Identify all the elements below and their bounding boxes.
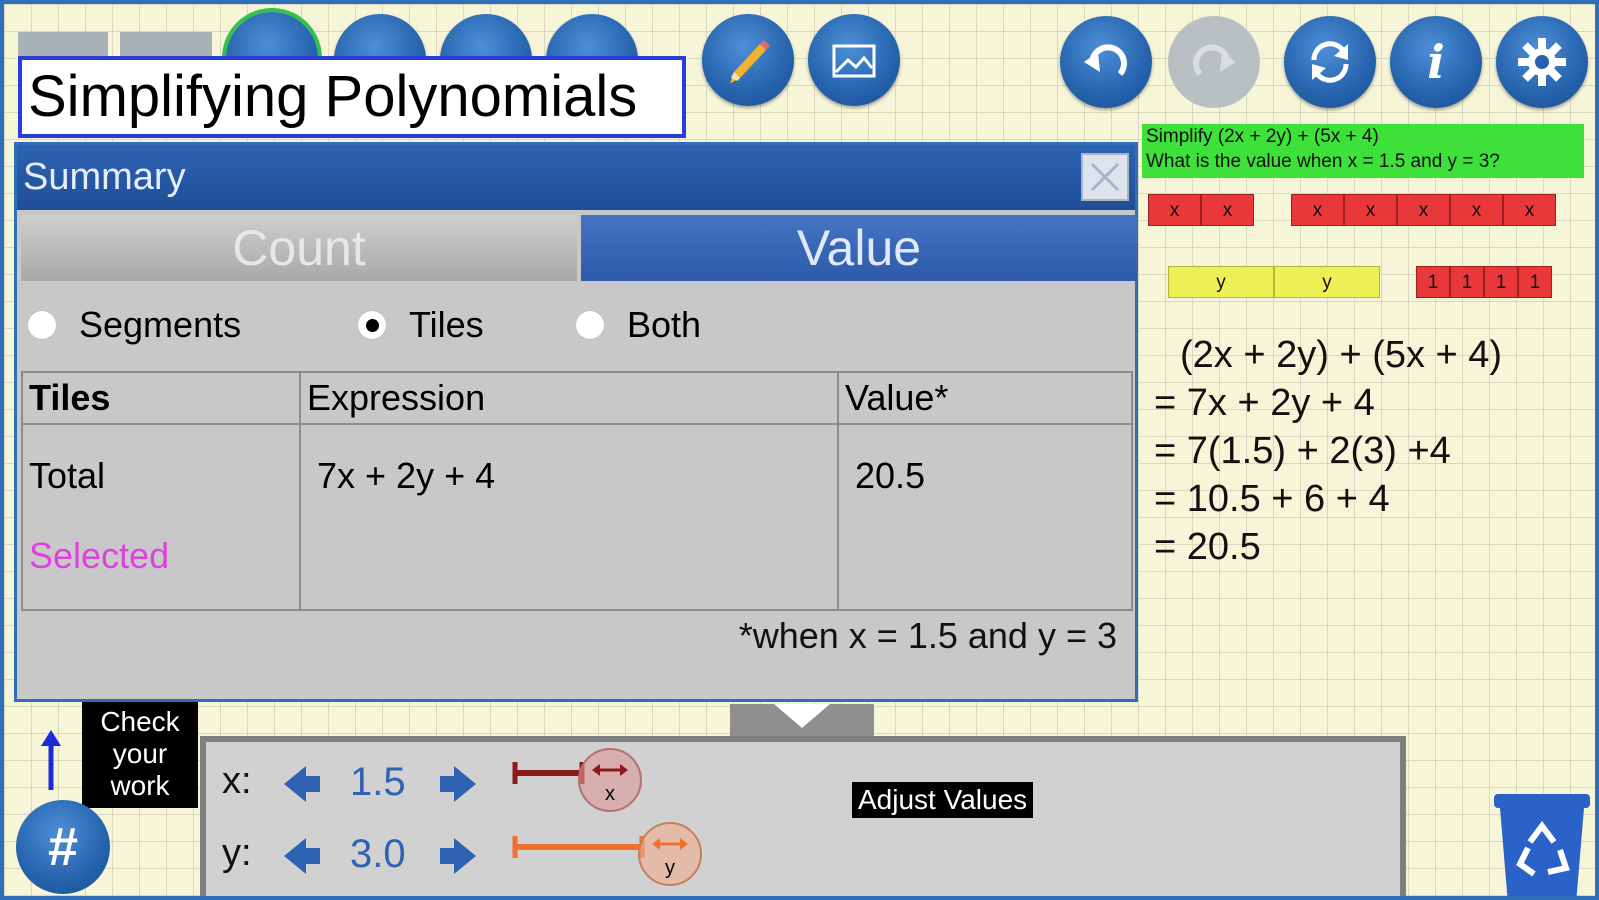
info-button[interactable]: i <box>1390 16 1482 108</box>
y-value: 3.0 <box>350 832 406 876</box>
y-length-bar <box>512 836 645 858</box>
radio-label: Both <box>627 304 702 345</box>
unit-tile[interactable]: 1 <box>1518 266 1552 298</box>
y-tile[interactable]: y <box>1274 266 1380 298</box>
page-title[interactable]: Simplifying Polynomials <box>18 56 686 138</box>
summary-header: Summary <box>17 145 1135 210</box>
y-decrease-button[interactable] <box>280 834 324 878</box>
y-increase-button[interactable] <box>436 834 480 878</box>
resize-horizontal-icon <box>592 764 628 776</box>
row-labels-cell: Total Selected <box>21 423 301 611</box>
arrow-up-icon <box>41 730 61 790</box>
arrow-left-icon <box>284 766 320 802</box>
summary-title: Summary <box>23 156 186 198</box>
redo-icon <box>1193 44 1236 76</box>
check-work-hint: Check your work <box>82 702 198 808</box>
check-work-line: your <box>112 738 168 769</box>
workspace-grid[interactable]: i Simplifying Polynomials Simplify (2x +… <box>0 0 1599 900</box>
undo-button[interactable] <box>1060 16 1152 108</box>
x-tile[interactable]: x <box>1503 194 1556 226</box>
radio-label: Tiles <box>409 304 484 345</box>
refresh-button[interactable] <box>1284 16 1376 108</box>
info-icon: i <box>1427 35 1445 89</box>
image-icon <box>832 44 876 78</box>
adjust-values-label: Adjust Values <box>852 782 1034 818</box>
x-variable-label: x: <box>222 760 252 802</box>
column-header-value: Value* <box>837 371 1133 425</box>
y-tile[interactable]: y <box>1168 266 1274 298</box>
resize-horizontal-icon <box>652 838 688 850</box>
problem-statement: Simplify (2x + 2y) + (5x + 4) What is th… <box>1142 124 1584 178</box>
unit-tile[interactable]: 1 <box>1484 266 1518 298</box>
x-tile[interactable]: x <box>1201 194 1254 226</box>
x-tile[interactable]: x <box>1450 194 1503 226</box>
redo-button[interactable] <box>1168 16 1260 108</box>
x-value: 1.5 <box>350 760 406 804</box>
y-knob-label: y <box>665 857 675 879</box>
refresh-icon <box>1311 41 1349 83</box>
settings-icon <box>1518 38 1566 86</box>
problem-line-2: What is the value when x = 1.5 and y = 3… <box>1146 151 1500 172</box>
check-work-line: work <box>110 770 170 801</box>
summary-tabs: Count Value <box>21 215 1137 281</box>
unit-tile[interactable]: 1 <box>1416 266 1450 298</box>
recycle-bin-icon[interactable] <box>1490 790 1594 900</box>
column-header-tiles: Tiles <box>21 371 301 425</box>
table-header-row: Tiles Expression Value* <box>21 371 1133 425</box>
radio-both[interactable]: Both <box>575 285 701 365</box>
radio-button[interactable] <box>357 310 387 340</box>
hash-icon: # <box>47 817 79 877</box>
arrow-left-icon <box>284 838 320 874</box>
value-cell: 20.5 <box>837 423 1133 611</box>
arrow-right-icon <box>440 766 476 802</box>
y-slider-knob[interactable]: y <box>638 822 702 886</box>
x-slider-knob[interactable]: x <box>578 748 642 812</box>
pencil-icon <box>730 40 770 84</box>
y-variable-label: y: <box>222 832 252 874</box>
x-tile[interactable]: x <box>1344 194 1397 226</box>
column-header-expression: Expression <box>299 371 839 425</box>
work-line: (2x + 2y) + (5x + 4) <box>1180 334 1503 376</box>
close-icon <box>1090 162 1120 192</box>
x-decrease-button[interactable] <box>280 762 324 806</box>
x-tile[interactable]: x <box>1148 194 1201 226</box>
x-knob-label: x <box>605 783 615 805</box>
adjust-values-panel: x: 1.5 x y: 3.0 y Adjust Values <box>200 736 1406 896</box>
x-tile[interactable]: x <box>1397 194 1450 226</box>
check-work-line: Check <box>100 706 180 737</box>
work-line: = 7x + 2y + 4 <box>1154 382 1375 424</box>
radio-button[interactable] <box>27 310 57 340</box>
radio-tiles[interactable]: Tiles <box>357 285 484 365</box>
expression-cell: 7x + 2y + 4 <box>299 423 839 611</box>
value-footnote: *when x = 1.5 and y = 3 <box>738 615 1117 656</box>
image-button[interactable] <box>808 14 900 106</box>
unit-tile[interactable]: 1 <box>1450 266 1484 298</box>
close-button[interactable] <box>1081 153 1129 201</box>
tab-count[interactable]: Count <box>21 215 577 281</box>
summary-table: Tiles Expression Value* Total Selected 7… <box>21 371 1133 611</box>
radio-label: Segments <box>79 304 242 345</box>
display-mode-radios: Segments Tiles Both <box>17 285 1135 365</box>
settings-button[interactable] <box>1496 16 1588 108</box>
table-row: Total Selected 7x + 2y + 4 20.5 <box>21 423 1133 611</box>
work-line: = 20.5 <box>1154 526 1261 568</box>
check-work-button[interactable]: # <box>16 800 110 894</box>
undo-icon <box>1084 44 1127 76</box>
row-label-total: Total <box>29 455 106 496</box>
collapse-handle[interactable] <box>730 704 874 736</box>
row-label-selected: Selected <box>29 535 170 576</box>
problem-line-1: Simplify (2x + 2y) + (5x + 4) <box>1146 126 1379 147</box>
work-line: = 10.5 + 6 + 4 <box>1154 478 1390 520</box>
arrow-right-icon <box>440 838 476 874</box>
x-tile[interactable]: x <box>1291 194 1344 226</box>
radio-segments[interactable]: Segments <box>27 285 241 365</box>
pencil-button[interactable] <box>702 14 794 106</box>
summary-dialog: Summary Count Value Segments Tiles Both <box>14 142 1138 702</box>
tab-value[interactable]: Value <box>581 215 1137 281</box>
chevron-down-icon <box>774 704 830 728</box>
work-line: = 7(1.5) + 2(3) +4 <box>1154 430 1451 472</box>
x-increase-button[interactable] <box>436 762 480 806</box>
radio-button[interactable] <box>575 310 605 340</box>
